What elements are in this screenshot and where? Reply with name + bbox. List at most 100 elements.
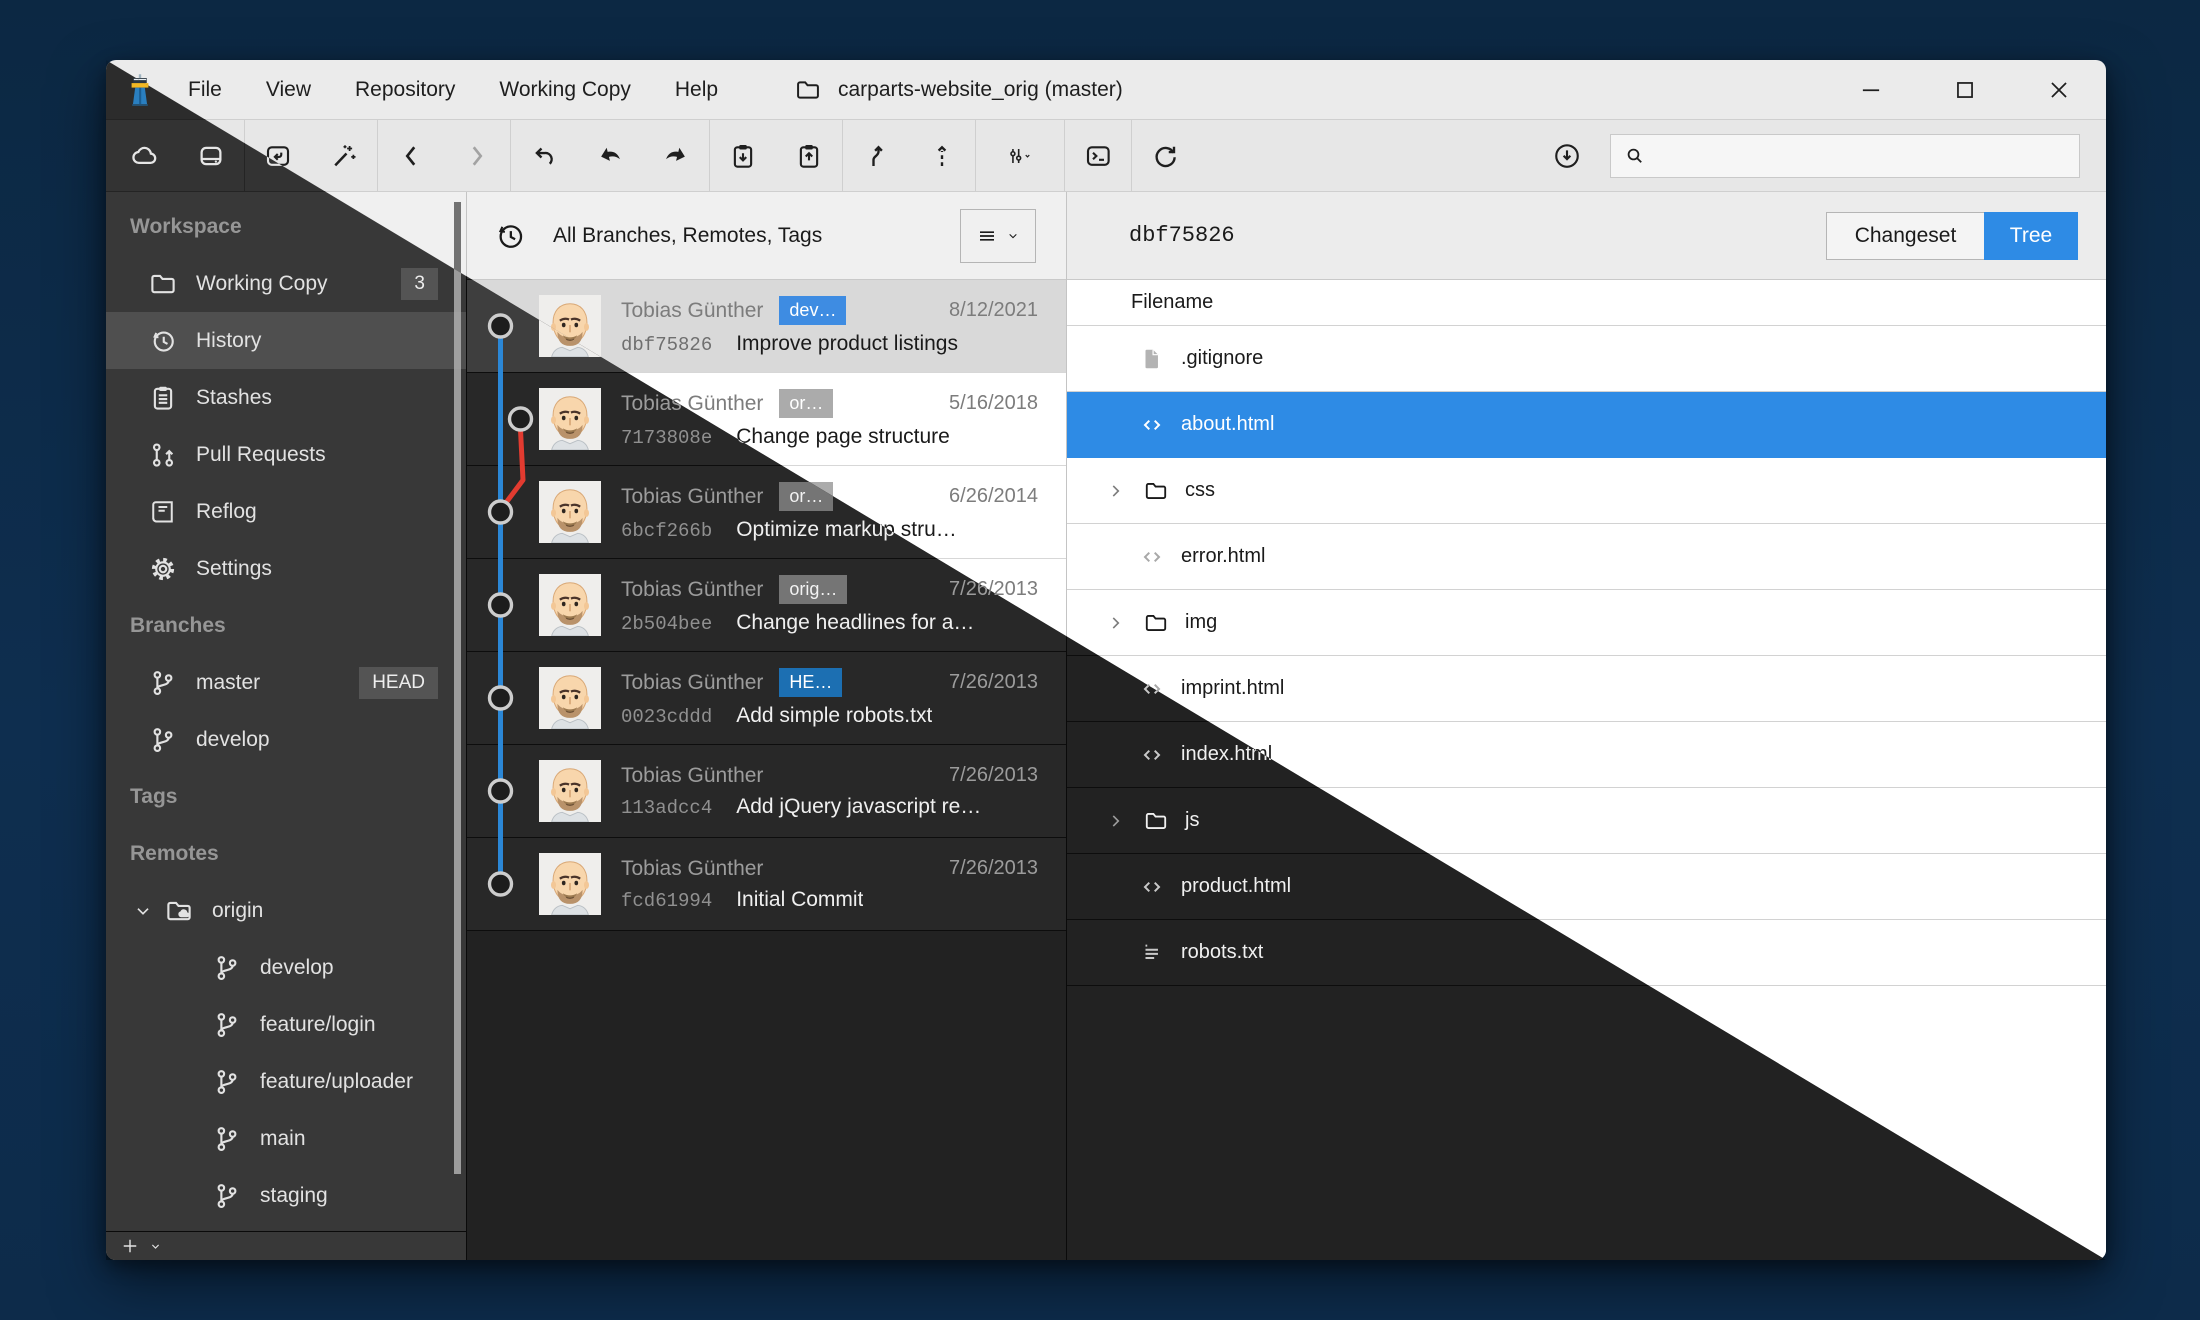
push-arrow-icon[interactable] — [643, 128, 709, 184]
tree-button[interactable]: Tree — [1984, 212, 2078, 260]
code-file-icon — [1139, 412, 1165, 438]
branch-icon — [212, 1124, 242, 1154]
download-circle-icon[interactable] — [1534, 128, 1600, 184]
menu-repository[interactable]: Repository — [355, 78, 455, 102]
close-button[interactable] — [2012, 60, 2106, 120]
sidebar-item-origin-main[interactable]: main — [106, 1110, 466, 1167]
folder-row[interactable]: css — [1067, 458, 2106, 524]
chevron-right-icon[interactable] — [1105, 612, 1127, 634]
sidebar-item-origin-feature-login[interactable]: feature/login — [106, 996, 466, 1053]
sidebar-item-working-copy[interactable]: Working Copy 3 — [106, 255, 466, 312]
commit-date: 8/12/2021 — [949, 299, 1038, 322]
file-name: .gitignore — [1181, 347, 1263, 370]
folder-icon — [794, 76, 822, 104]
window-title-text: carparts-website_orig (master) — [838, 78, 1123, 102]
clipboard-down-icon[interactable] — [710, 128, 776, 184]
sidebar-item-branch-master[interactable]: master HEAD — [106, 654, 466, 711]
stash-clipboard-icon — [148, 383, 178, 413]
branch-filter-bar: All Branches, Remotes, Tags — [467, 192, 1066, 280]
sidebar-item-remote-origin[interactable]: origin — [106, 882, 466, 939]
wand-icon[interactable] — [311, 128, 377, 184]
sidebar-scrollbar[interactable] — [454, 202, 461, 1174]
commit-author: Tobias Günther — [621, 671, 763, 695]
sidebar-header-remotes: Remotes — [106, 825, 466, 882]
commit-date: 7/26/2013 — [949, 671, 1038, 694]
maximize-button[interactable] — [1918, 60, 2012, 120]
chevron-down-icon[interactable] — [132, 900, 154, 922]
sidebar-item-settings[interactable]: Settings — [106, 540, 466, 597]
commit-author: Tobias Günther — [621, 764, 763, 788]
file-row[interactable]: imprint.html — [1067, 656, 2106, 722]
sidebar-item-stashes[interactable]: Stashes — [106, 369, 466, 426]
menu-file[interactable]: File — [188, 78, 222, 102]
rebase-dashed-arrow-icon[interactable] — [909, 128, 975, 184]
commit-hash: 2b504bee — [621, 613, 712, 635]
sidebar-item-origin-staging[interactable]: staging — [106, 1167, 466, 1224]
folder-icon — [1143, 478, 1169, 504]
chevron-right-icon[interactable] — [1105, 810, 1127, 832]
text-file-icon — [1139, 940, 1165, 966]
commit-date: 7/26/2013 — [949, 857, 1038, 880]
reflog-book-icon — [148, 497, 178, 527]
changeset-button[interactable]: Changeset — [1826, 212, 1984, 260]
minimize-button[interactable] — [1824, 60, 1918, 120]
terminal-icon[interactable] — [1065, 128, 1131, 184]
folder-name: css — [1185, 479, 1215, 502]
branch-icon — [212, 1181, 242, 1211]
remote-folder-cloud-icon — [164, 896, 194, 926]
commit-author: Tobias Günther — [621, 299, 763, 323]
folder-row[interactable]: img — [1067, 590, 2106, 656]
commit-hash: 113adcc4 — [621, 797, 712, 819]
refresh-icon[interactable] — [1132, 128, 1198, 184]
menu-view[interactable]: View — [266, 78, 311, 102]
branch-badge: dev… — [779, 296, 846, 325]
sidebar-item-pull-requests[interactable]: Pull Requests — [106, 426, 466, 483]
commit-author: Tobias Günther — [621, 485, 763, 509]
commit-message: Add simple robots.txt — [736, 704, 932, 728]
working-copy-count-badge: 3 — [401, 268, 438, 300]
commit-hash: 0023cddd — [621, 706, 712, 728]
file-row[interactable]: error.html — [1067, 524, 2106, 590]
search-input[interactable] — [1655, 144, 2067, 167]
commit-message: Add jQuery javascript re… — [736, 795, 981, 819]
document-file-icon — [1139, 346, 1165, 372]
commit-row[interactable]: Tobias Günther7/26/2013fcd61994Initial C… — [467, 838, 1066, 931]
commit-hash: fcd61994 — [621, 890, 712, 912]
avatar — [539, 853, 601, 915]
history-icon — [493, 219, 527, 253]
branch-icon — [148, 725, 178, 755]
file-name: product.html — [1181, 875, 1291, 898]
commit-message: Improve product listings — [736, 332, 958, 356]
folder-icon — [1143, 808, 1169, 834]
forward-icon[interactable] — [444, 128, 510, 184]
back-icon[interactable] — [378, 128, 444, 184]
commit-row[interactable]: Tobias Günther 7/26/2013 113adcc4 Add jQuer… — [467, 745, 1066, 838]
branch-badge: or… — [779, 389, 833, 418]
undo-arrow-icon[interactable] — [511, 128, 577, 184]
desktop-background: File View Repository Working Copy Help c… — [0, 0, 2200, 1320]
clipboard-up-icon[interactable] — [776, 128, 842, 184]
history-options-button[interactable] — [960, 209, 1036, 263]
sidebar-item-reflog[interactable]: Reflog — [106, 483, 466, 540]
avatar — [539, 760, 601, 822]
file-row-selected[interactable]: about.html — [1067, 392, 2106, 458]
sidebar-item-history[interactable]: History — [106, 312, 466, 369]
cloud-icon[interactable] — [112, 128, 178, 184]
chevron-down-icon[interactable] — [148, 1239, 163, 1254]
menu-help[interactable]: Help — [675, 78, 718, 102]
file-row[interactable]: .gitignore — [1067, 326, 2106, 392]
compare-sliders-icon[interactable] — [976, 128, 1064, 184]
file-name: about.html — [1181, 413, 1274, 436]
pull-arrow-icon[interactable] — [577, 128, 643, 184]
chevron-right-icon[interactable] — [1105, 480, 1127, 502]
sidebar-item-branch-develop[interactable]: develop — [106, 711, 466, 768]
menu-working-copy[interactable]: Working Copy — [499, 78, 631, 102]
merge-arrow-icon[interactable] — [843, 128, 909, 184]
sidebar-item-origin-develop[interactable]: develop — [106, 939, 466, 996]
plus-icon[interactable] — [120, 1236, 140, 1256]
commit-row[interactable]: Tobias GüntherHE…7/26/20130023cdddAdd si… — [467, 652, 1066, 745]
commit-message: Initial Commit — [736, 888, 863, 912]
commit-date: 7/26/2013 — [949, 764, 1038, 787]
filename-column-header[interactable]: Filename — [1067, 280, 2106, 326]
sidebar-item-origin-feature-uploader[interactable]: feature/uploader — [106, 1053, 466, 1110]
